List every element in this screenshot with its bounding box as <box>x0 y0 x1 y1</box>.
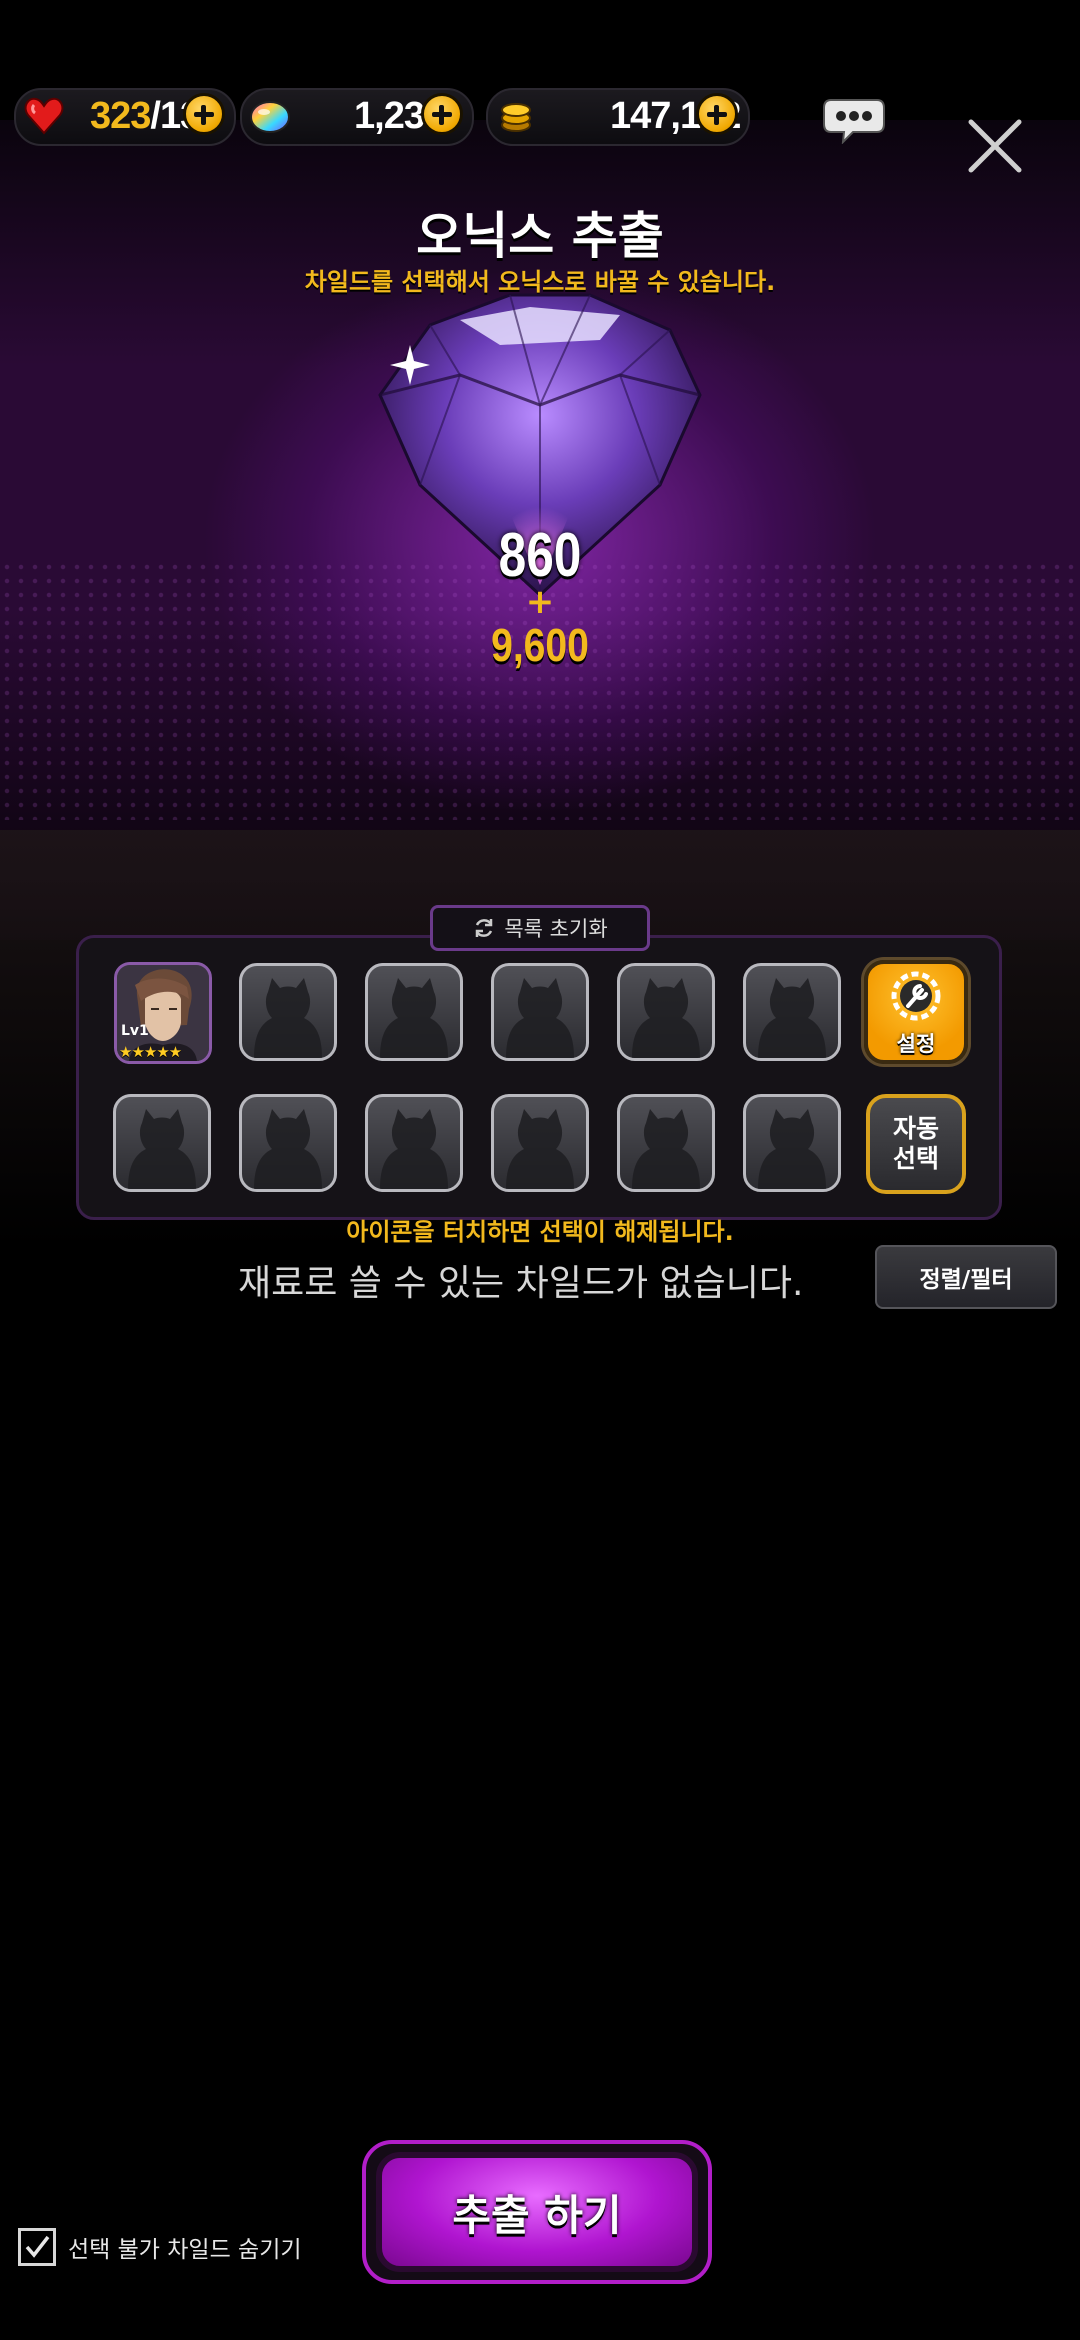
stamina-separator: / <box>150 95 161 137</box>
empty-material-message: 재료로 쓸 수 있는 차일드가 없습니다. <box>238 1263 804 1304</box>
settings-button[interactable]: 설정 <box>864 960 968 1064</box>
onyx-base-amount: 860 <box>498 521 582 590</box>
gold-coin-icon <box>501 103 531 132</box>
onyx-plus-sign: + <box>525 582 555 622</box>
silhouette-icon <box>506 978 574 1058</box>
silhouette-icon <box>128 1109 196 1189</box>
close-icon[interactable] <box>967 118 1023 174</box>
wrench-gear-icon <box>891 971 941 1021</box>
empty-material-slot[interactable] <box>113 1094 211 1192</box>
auto-select-button[interactable]: 자동 선택 <box>866 1094 966 1194</box>
auto-select-label: 자동 선택 <box>893 1114 939 1174</box>
silhouette-icon <box>254 978 322 1058</box>
deselect-hint: 아이콘을 터치하면 선택이 해제됩니다. <box>346 1218 734 1246</box>
rainbow-gem-icon <box>250 101 290 133</box>
silhouette-icon <box>632 1109 700 1189</box>
empty-material-slot[interactable] <box>239 1094 337 1192</box>
silhouette-icon <box>380 978 448 1058</box>
settings-label: 설정 <box>896 1032 936 1056</box>
add-gems-button[interactable] <box>421 93 463 135</box>
stamina-current: 323 <box>90 95 151 137</box>
reset-list-button[interactable]: 목록 초기화 <box>430 905 650 951</box>
empty-material-slot[interactable] <box>617 1094 715 1192</box>
selected-child-slot[interactable]: Lv1 ★★★★★ <box>114 962 212 1064</box>
empty-material-slot[interactable] <box>743 1094 841 1192</box>
heart-icon <box>24 97 64 135</box>
empty-material-slot[interactable] <box>365 963 463 1061</box>
silhouette-icon <box>758 978 826 1058</box>
refresh-icon <box>476 919 493 937</box>
empty-material-slot[interactable] <box>491 963 589 1061</box>
add-stamina-button[interactable] <box>183 93 225 135</box>
silhouette-icon <box>380 1109 448 1189</box>
child-level: Lv1 <box>121 1023 149 1039</box>
empty-material-slot[interactable] <box>743 963 841 1061</box>
hide-unselectable-checkbox[interactable] <box>18 2228 56 2266</box>
chat-icon[interactable] <box>823 98 885 144</box>
onyx-extraction-screen: 323/13 1,230 147,192 오닉스 추출 차일드를 선택해서 오닉… <box>0 0 1080 2340</box>
auto-select-line2: 선택 <box>892 1144 939 1173</box>
add-gold-button[interactable] <box>696 93 738 135</box>
empty-material-slot[interactable] <box>365 1094 463 1192</box>
page-title: 오닉스 추출 <box>416 207 664 265</box>
silhouette-icon <box>632 978 700 1058</box>
reset-list-label: 목록 초기화 <box>504 917 608 941</box>
silhouette-icon <box>758 1109 826 1189</box>
auto-select-line1: 자동 <box>892 1114 939 1143</box>
empty-material-slot[interactable] <box>617 963 715 1061</box>
checkmark-icon <box>25 2235 50 2258</box>
silhouette-icon <box>254 1109 322 1189</box>
sort-filter-button[interactable]: 정렬/필터 <box>875 1245 1057 1309</box>
silhouette-icon <box>506 1109 574 1189</box>
hide-unselectable-label[interactable]: 선택 불가 차일드 숨기기 <box>68 2230 302 2264</box>
empty-material-slot[interactable] <box>239 963 337 1061</box>
child-stars: ★★★★★ <box>119 1043 182 1061</box>
extract-button[interactable]: 추출 하기 <box>376 2152 698 2272</box>
empty-material-slot[interactable] <box>491 1094 589 1192</box>
onyx-bonus-amount: 9,600 <box>491 619 589 671</box>
